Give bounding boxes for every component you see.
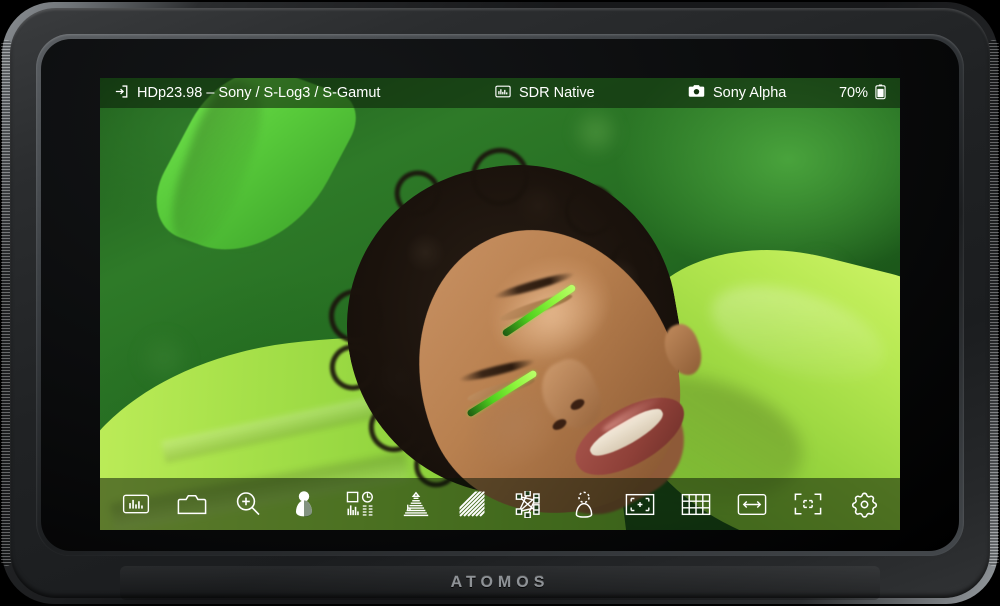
tool-vectorscope[interactable] [502,482,554,526]
status-lut[interactable]: SDR Native [495,85,595,102]
tool-grid[interactable] [670,482,722,526]
lut-monitor-icon [495,85,511,102]
battery-icon [875,83,886,104]
status-camera-label: Sony Alpha [713,85,787,101]
tool-zoom[interactable] [222,482,274,526]
status-bar: HDp23.98 – Sony / S-Log3 / S-Gamut SDR N… [100,78,900,108]
status-source[interactable]: HDp23.98 – Sony / S-Log3 / S-Gamut [114,84,380,103]
atomos-monitor-device: HDp23.98 – Sony / S-Log3 / S-Gamut SDR N… [0,0,1000,606]
tool-settings[interactable] [838,482,890,526]
tool-camera-control[interactable] [166,482,218,526]
status-source-label: HDp23.98 – Sony / S-Log3 / S-Gamut [137,85,381,101]
status-battery[interactable]: 70% [839,83,886,104]
tool-zebra[interactable] [446,482,498,526]
tool-monitor-mode[interactable] [110,482,162,526]
status-battery-label: 70% [838,85,868,101]
input-signal-icon [114,84,129,103]
tool-bar [100,478,900,530]
tool-skin-tone[interactable] [558,482,610,526]
status-lut-label: SDR Native [519,85,595,101]
tool-aspect-ratio[interactable] [726,482,778,526]
video-preview-image [100,78,900,530]
tool-waveform[interactable] [390,482,442,526]
tool-frame-guide[interactable] [614,482,666,526]
camera-icon [688,84,705,102]
lcd-screen[interactable]: HDp23.98 – Sony / S-Log3 / S-Gamut SDR N… [100,78,900,530]
status-camera[interactable]: Sony Alpha [688,84,786,102]
tool-scopes[interactable] [334,482,386,526]
brand-logo: ATOMOS [450,574,550,591]
tool-safe-area[interactable] [782,482,834,526]
tool-focus-assist[interactable] [278,482,330,526]
device-glass-panel: HDp23.98 – Sony / S-Log3 / S-Gamut SDR N… [41,39,959,551]
